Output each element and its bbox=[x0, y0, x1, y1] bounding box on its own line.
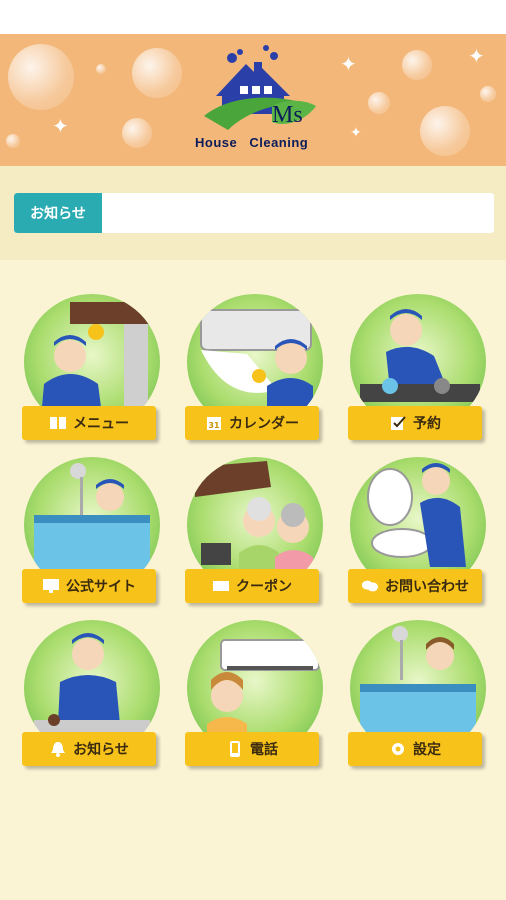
checklist-icon bbox=[389, 414, 407, 432]
bubble-decoration bbox=[480, 86, 496, 102]
bubble-decoration bbox=[368, 92, 390, 114]
phone-button[interactable]: 電話 bbox=[185, 732, 319, 766]
header-banner: ✦ ✦ ✦ ✦ Ms House Cleaning bbox=[0, 34, 506, 166]
menu-tile-calendar[interactable]: 31 カレンダー bbox=[185, 294, 325, 444]
menu-tile-coupon[interactable]: クーポン bbox=[185, 457, 325, 607]
menu-tile-reservation[interactable]: 予約 bbox=[348, 294, 488, 444]
smartphone-icon bbox=[226, 740, 244, 758]
contact-button[interactable]: お問い合わせ bbox=[348, 569, 482, 603]
menu-button[interactable]: メニュー bbox=[22, 406, 156, 440]
reservation-button[interactable]: 予約 bbox=[348, 406, 482, 440]
menu-button-label: メニュー bbox=[73, 416, 129, 432]
menu-tile-official-site[interactable]: 公式サイト bbox=[22, 457, 162, 607]
menu-tile-menu[interactable]: メニュー bbox=[22, 294, 162, 444]
calendar-icon: 31 bbox=[205, 414, 223, 432]
monitor-icon bbox=[42, 577, 60, 595]
coupon-button[interactable]: クーポン bbox=[185, 569, 319, 603]
logo-ms-text: Ms bbox=[272, 102, 303, 128]
bubble-decoration bbox=[122, 118, 152, 148]
bubble-decoration bbox=[8, 44, 74, 110]
sparkle-decoration: ✦ bbox=[52, 114, 69, 138]
sparkle-decoration: ✦ bbox=[340, 52, 357, 76]
bubble-decoration bbox=[420, 106, 470, 156]
bubble-decoration bbox=[132, 48, 182, 98]
book-icon bbox=[49, 414, 67, 432]
svg-text:31: 31 bbox=[208, 421, 220, 430]
menu-tile-news[interactable]: お知らせ bbox=[22, 620, 162, 770]
sparkle-decoration: ✦ bbox=[468, 44, 485, 68]
calendar-button-label: カレンダー bbox=[229, 416, 299, 432]
news-button-label: お知らせ bbox=[73, 742, 129, 758]
notice-text bbox=[102, 193, 494, 233]
bubble-decoration bbox=[6, 134, 20, 148]
chat-bubbles-icon bbox=[361, 577, 379, 595]
news-button[interactable]: お知らせ bbox=[22, 732, 156, 766]
coupon-button-label: クーポン bbox=[236, 579, 292, 595]
bubble-decoration bbox=[96, 64, 106, 74]
status-bar bbox=[0, 0, 506, 34]
contact-button-label: お問い合わせ bbox=[385, 579, 469, 595]
logo-subtitle: House Cleaning bbox=[195, 135, 309, 150]
menu-tile-phone[interactable]: 電話 bbox=[185, 620, 325, 770]
reservation-button-label: 予約 bbox=[413, 416, 441, 432]
calendar-button[interactable]: 31 カレンダー bbox=[185, 406, 319, 440]
gear-icon bbox=[389, 740, 407, 758]
notice-bar[interactable]: お知らせ bbox=[14, 193, 494, 233]
official-site-button-label: 公式サイト bbox=[66, 579, 136, 595]
settings-button-label: 設定 bbox=[413, 742, 441, 758]
ticket-icon bbox=[212, 577, 230, 595]
settings-button[interactable]: 設定 bbox=[348, 732, 482, 766]
phone-button-label: 電話 bbox=[250, 742, 278, 758]
sparkle-decoration: ✦ bbox=[350, 125, 362, 141]
bubble-decoration bbox=[402, 50, 432, 80]
notice-label: お知らせ bbox=[14, 193, 102, 233]
bell-icon bbox=[49, 740, 67, 758]
official-site-button[interactable]: 公式サイト bbox=[22, 569, 156, 603]
menu-tile-contact[interactable]: お問い合わせ bbox=[348, 457, 488, 607]
menu-tile-settings[interactable]: 設定 bbox=[348, 620, 488, 770]
